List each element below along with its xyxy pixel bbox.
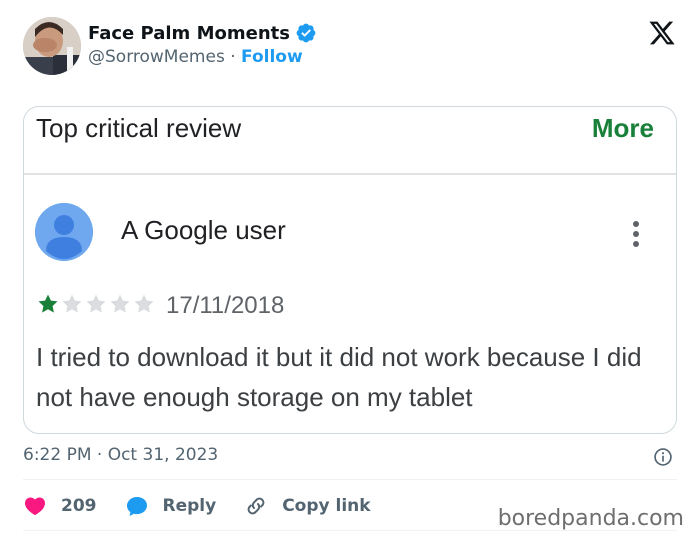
bottom-divider	[23, 530, 677, 531]
like-button[interactable]: 209	[23, 494, 97, 518]
author-handle[interactable]: @SorrowMemes	[88, 47, 225, 67]
separator-dot: ·	[230, 47, 236, 67]
star-empty-icon	[62, 294, 82, 313]
verified-badge-icon	[296, 23, 316, 43]
star-filled-icon	[38, 294, 58, 313]
review-text: I tried to download it but it did not wo…	[36, 342, 642, 412]
tweet-actions: 209 Reply Copy link	[23, 492, 399, 520]
reply-button[interactable]: Reply	[125, 494, 217, 518]
star-empty-icon	[86, 294, 106, 313]
divider	[23, 479, 677, 480]
star-empty-icon	[110, 294, 130, 313]
user-avatar-icon	[35, 203, 93, 261]
card-title: Top critical review	[36, 113, 242, 143]
display-name-text[interactable]: Face Palm Moments	[88, 23, 290, 44]
tweet-timestamp[interactable]: 6:22 PM · Oct 31, 2023	[23, 445, 218, 465]
reply-label: Reply	[162, 496, 217, 516]
info-icon[interactable]	[653, 447, 673, 467]
author-display-name[interactable]: Face Palm Moments	[88, 22, 317, 44]
more-link: More	[591, 113, 654, 143]
heart-icon	[24, 497, 46, 516]
author-avatar[interactable]	[23, 17, 81, 75]
like-count: 209	[61, 496, 97, 516]
x-logo-icon[interactable]	[648, 19, 676, 47]
watermark: boredpanda.com	[497, 506, 684, 531]
copy-link-label: Copy link	[282, 496, 371, 516]
copy-link-button[interactable]: Copy link	[244, 494, 371, 518]
link-icon	[247, 497, 265, 515]
author-handle-row: @SorrowMemes · Follow	[88, 47, 303, 67]
review-date: 17/11/2018	[166, 292, 285, 319]
star-rating	[36, 292, 156, 316]
follow-button[interactable]: Follow	[241, 47, 303, 67]
card-divider	[24, 173, 676, 175]
star-empty-icon	[134, 294, 154, 313]
embedded-review-screenshot[interactable]: Top critical review More A Google user 1…	[23, 106, 677, 434]
more-options-icon	[630, 219, 642, 249]
reviewer-name: A Google user	[121, 215, 286, 245]
reply-bubble-icon	[126, 497, 147, 516]
